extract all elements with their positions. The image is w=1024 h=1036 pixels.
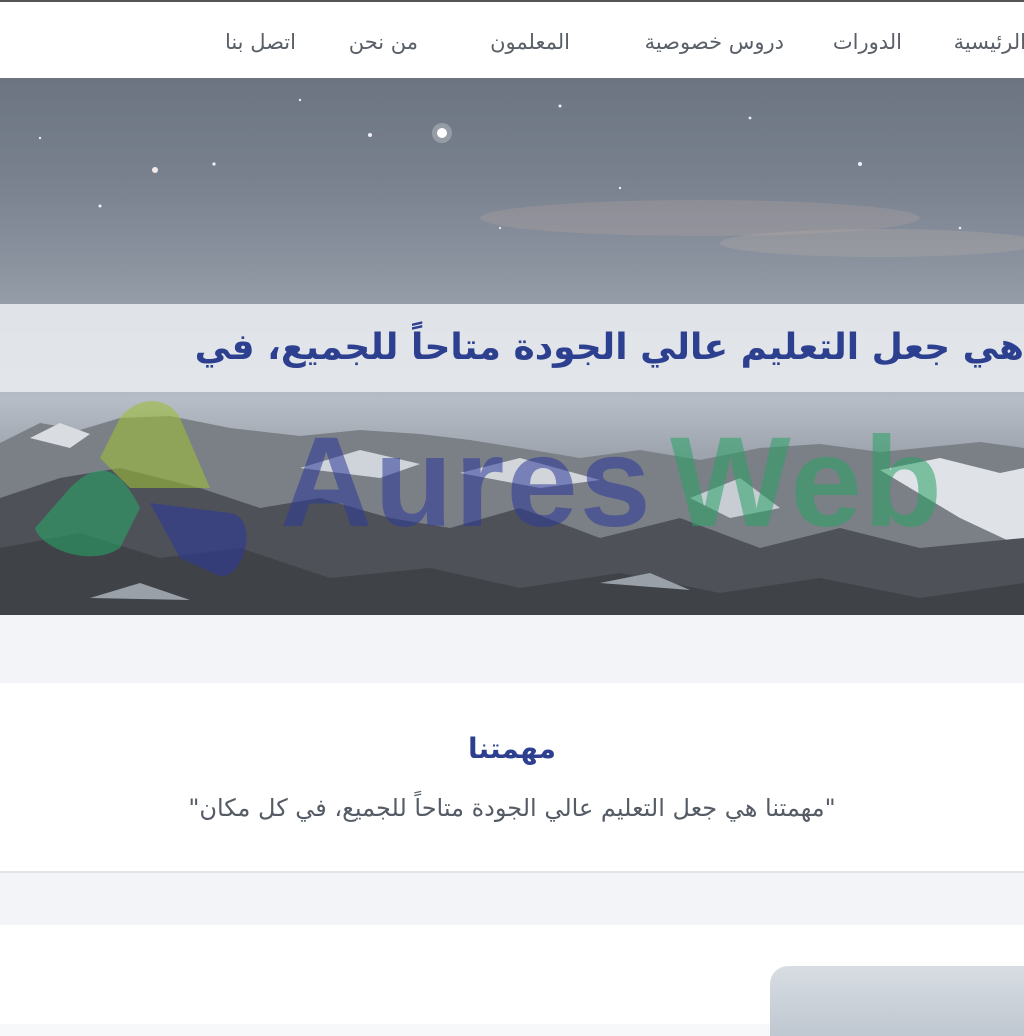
mission-quote: "مهمتنا هي جعل التعليم عالي الجودة متاحا… (188, 794, 836, 822)
mission-section: مهمتنا "مهمتنا هي جعل التعليم عالي الجود… (0, 683, 1024, 873)
hero-section: هي جعل التعليم عالي الجودة متاحاً للجميع… (0, 78, 1024, 615)
top-navbar: الرئيسية الدورات دروس خصوصية المعلمون من… (0, 0, 1024, 78)
nav-item-private-lessons[interactable]: دروس خصوصية (645, 28, 784, 56)
nav-item-contact[interactable]: اتصل بنا (225, 28, 296, 56)
hero-banner: هي جعل التعليم عالي الجودة متاحاً للجميع… (0, 304, 1024, 392)
hero-banner-text: هي جعل التعليم عالي الجودة متاحاً للجميع… (194, 327, 1024, 368)
nav-item-teachers[interactable]: المعلمون (490, 28, 570, 56)
nav-item-home[interactable]: الرئيسية (954, 28, 1024, 56)
section-spacer (0, 615, 1024, 683)
nav-item-courses[interactable]: الدورات (833, 28, 902, 56)
nav-item-about[interactable]: من نحن (349, 28, 418, 56)
main-nav: الرئيسية الدورات دروس خصوصية المعلمون من… (0, 2, 1024, 80)
image-card[interactable] (770, 966, 1024, 1036)
mission-title: مهمتنا (468, 732, 556, 765)
